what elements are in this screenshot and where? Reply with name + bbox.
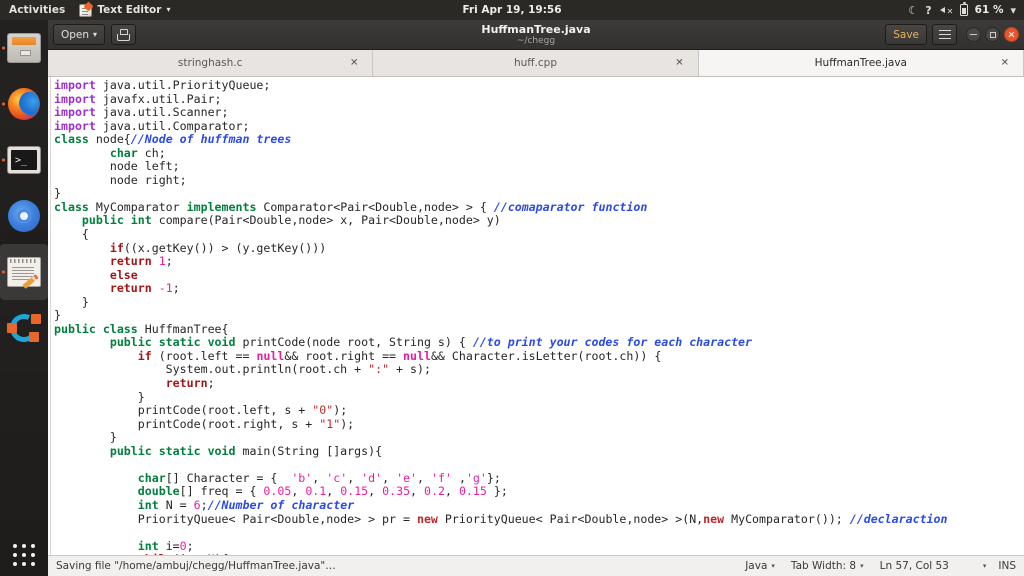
status-bar: Saving file "/home/ambuj/chegg/HuffmanTr… xyxy=(48,555,1024,576)
dock-item-chromium[interactable] xyxy=(0,188,48,244)
headerbar-right: Save xyxy=(885,24,1019,45)
window-headerbar: Open ▾ HuffmanTree.java ~/chegg Save xyxy=(48,20,1024,50)
tab-huff-cpp[interactable]: huff.cpp ✕ xyxy=(373,50,699,76)
tab-label: huff.cpp xyxy=(514,57,557,69)
volume-muted-icon[interactable]: ✕ xyxy=(939,4,953,16)
language-selector[interactable]: Java ▾ xyxy=(745,560,775,572)
file-manager-icon xyxy=(7,33,41,63)
firefox-icon xyxy=(8,88,40,120)
battery-icon xyxy=(959,2,968,16)
screen: Activities Text Editor ▾ Fri Apr 19, 19:… xyxy=(0,0,1024,576)
tab-label: stringhash.c xyxy=(177,57,243,69)
save-button-label: Save xyxy=(893,28,919,41)
text-editor-icon xyxy=(7,257,41,289)
dock-item-ubuntu-software[interactable] xyxy=(0,300,48,356)
status-message: Saving file "/home/ambuj/chegg/HuffmanTr… xyxy=(56,560,336,572)
code-editor-area[interactable]: import java.util.PriorityQueue; import j… xyxy=(48,77,1024,555)
dock-item-text-editor[interactable] xyxy=(0,244,48,300)
cursor-position-label: Ln 57, Col 53 xyxy=(879,560,949,572)
close-icon[interactable]: ✕ xyxy=(350,58,358,69)
window-controls xyxy=(966,27,1019,42)
window-title-block: HuffmanTree.java ~/chegg xyxy=(48,20,1024,50)
help-icon[interactable]: ? xyxy=(925,5,931,16)
show-applications-icon[interactable] xyxy=(13,544,35,566)
ubuntu-software-icon xyxy=(6,310,42,346)
chevron-down-icon[interactable]: ▾ xyxy=(1010,5,1016,16)
ubuntu-dock: >_ xyxy=(0,20,48,576)
close-button[interactable] xyxy=(1004,27,1019,42)
close-icon[interactable]: ✕ xyxy=(675,58,683,69)
minimize-button[interactable] xyxy=(966,27,981,42)
open-button-label: Open xyxy=(61,28,90,41)
chevron-down-icon: ▾ xyxy=(860,562,864,570)
activities-button[interactable]: Activities xyxy=(0,4,73,16)
app-menu-button[interactable]: Text Editor ▾ xyxy=(73,3,176,17)
tab-bar: stringhash.c ✕ huff.cpp ✕ HuffmanTree.ja… xyxy=(48,50,1024,77)
moon-icon[interactable]: ☾ xyxy=(908,5,918,16)
cursor-position[interactable]: Ln 57, Col 53 ▾ xyxy=(880,560,987,572)
save-as-icon xyxy=(117,28,131,41)
tab-stringhash-c[interactable]: stringhash.c ✕ xyxy=(48,50,374,76)
language-label: Java xyxy=(745,560,768,572)
system-status-area[interactable]: ☾ ? ✕ 61 % ▾ xyxy=(908,0,1020,20)
insert-mode[interactable]: INS xyxy=(998,560,1016,572)
hamburger-menu-icon xyxy=(938,29,951,40)
chromium-icon xyxy=(8,200,40,232)
chevron-down-icon: ▾ xyxy=(166,5,171,14)
gnome-top-bar: Activities Text Editor ▾ Fri Apr 19, 19:… xyxy=(0,0,1024,20)
battery-percent: 61 % xyxy=(974,4,1004,16)
text-editor-window: Open ▾ HuffmanTree.java ~/chegg Save str… xyxy=(48,20,1024,576)
hamburger-menu-button[interactable] xyxy=(932,24,957,45)
page-subtitle: ~/chegg xyxy=(516,35,556,46)
tab-label: HuffmanTree.java xyxy=(814,57,907,69)
tab-width-selector[interactable]: Tab Width: 8 ▾ xyxy=(791,560,864,572)
app-menu-label: Text Editor xyxy=(97,4,162,16)
text-editor-icon xyxy=(79,3,93,17)
dock-item-files[interactable] xyxy=(0,20,48,76)
maximize-button[interactable] xyxy=(985,27,1000,42)
close-icon[interactable]: ✕ xyxy=(1001,58,1009,69)
open-button[interactable]: Open ▾ xyxy=(53,24,106,45)
terminal-icon: >_ xyxy=(7,146,41,174)
chevron-down-icon: ▾ xyxy=(982,562,987,570)
tab-width-label: Tab Width: 8 xyxy=(790,560,857,572)
dock-item-firefox[interactable] xyxy=(0,76,48,132)
save-as-button[interactable] xyxy=(111,24,137,45)
insert-mode-label: INS xyxy=(998,560,1016,572)
save-button[interactable]: Save xyxy=(885,24,927,45)
source-code-text[interactable]: import java.util.PriorityQueue; import j… xyxy=(51,77,1024,555)
chevron-down-icon: ▾ xyxy=(771,562,775,570)
tab-huffmantree-java[interactable]: HuffmanTree.java ✕ xyxy=(698,50,1024,76)
dock-item-terminal[interactable]: >_ xyxy=(0,132,48,188)
page-title: HuffmanTree.java xyxy=(481,22,591,36)
chevron-down-icon: ▾ xyxy=(93,29,98,39)
